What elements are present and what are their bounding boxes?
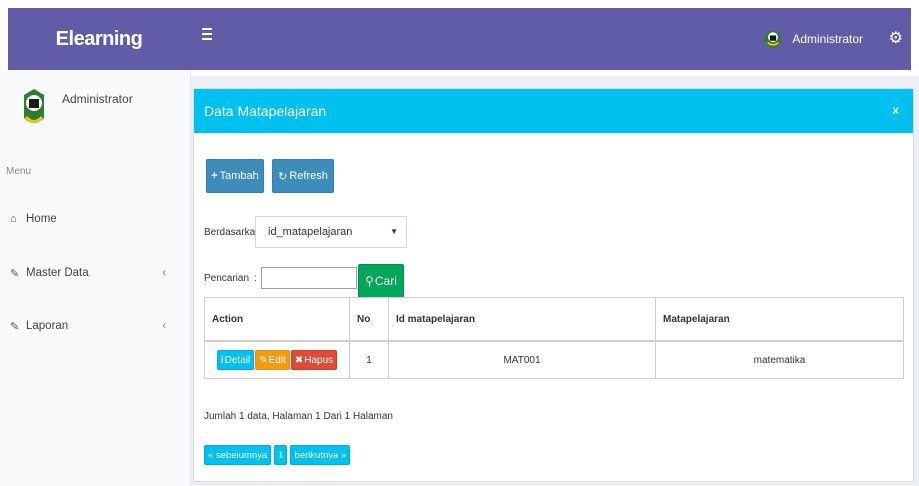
prev-page-button[interactable]: « sebelumnya: [204, 445, 272, 465]
caret-down-icon: ▼: [390, 227, 398, 236]
col-header-id: Id matapelajaran: [388, 297, 656, 342]
info-icon: i: [220, 354, 224, 366]
user-name: Administrator: [792, 32, 863, 46]
search-label: Pencarian: [204, 273, 250, 284]
data-summary: Jumlah 1 data, Halaman 1 Dari 1 Halaman: [204, 411, 393, 422]
menu-header: Menu: [6, 166, 32, 177]
action-cell: i Detail ✎ Edit ✖ Hapus: [204, 340, 350, 379]
edit-label: Edit: [268, 354, 286, 366]
cell-name: matematika: [655, 340, 904, 379]
sidebar-item-label: Master Data: [26, 267, 89, 279]
search-input[interactable]: [261, 267, 357, 289]
add-button-label: Tambah: [219, 170, 259, 182]
brand-logo[interactable]: Elearning: [8, 8, 190, 70]
pagination: « sebelumnya 1 berikutnya »: [204, 445, 353, 465]
detail-label: Detail: [224, 354, 251, 366]
col-header-name: Matapelajaran: [655, 297, 904, 342]
col-header-action: Action: [204, 297, 350, 342]
chevron-left-icon: ‹: [162, 267, 166, 279]
sidebar-item-label: Laporan: [26, 320, 69, 332]
chevron-left-icon: ‹: [162, 320, 166, 332]
page-title: Data Matapelajaran: [204, 103, 327, 119]
table-row: i Detail ✎ Edit ✖ Hapus 1 MAT001 matematika: [204, 340, 904, 379]
user-panel: Administrator: [22, 88, 133, 131]
close-button[interactable]: x: [892, 103, 899, 117]
cell-no: 1: [349, 340, 389, 379]
col-header-no: No: [349, 297, 389, 342]
edit-icon: ✎: [10, 320, 20, 333]
delete-button[interactable]: ✖ Hapus: [290, 350, 338, 370]
delete-label: Hapus: [304, 354, 334, 366]
refresh-button-label: Refresh: [289, 170, 328, 182]
refresh-button[interactable]: ↻ Refresh: [272, 159, 334, 193]
page-1-button[interactable]: 1: [274, 445, 288, 465]
detail-button[interactable]: i Detail: [216, 350, 255, 370]
sidebar: Administrator Menu ⌂ Home ✎ Master Data …: [0, 70, 191, 486]
search-colon: :: [254, 273, 257, 284]
cell-id: MAT001: [388, 340, 656, 379]
sidebar-user-name: Administrator: [62, 92, 133, 106]
edit-button[interactable]: ✎ Edit: [255, 350, 290, 370]
home-icon: ⌂: [10, 213, 17, 225]
sidebar-item-home[interactable]: ⌂ Home: [10, 208, 180, 230]
add-button[interactable]: + Tambah: [206, 159, 264, 193]
table-header-row: Action No Id matapelajaran Matapelajaran: [204, 297, 904, 342]
edit-icon: ✎: [10, 267, 20, 280]
content-box: Data Matapelajaran x + Tambah ↻ Refresh …: [193, 88, 914, 482]
search-icon: ⚲: [365, 274, 374, 288]
top-header: Elearning Administrator ⚙: [0, 0, 919, 76]
search-button[interactable]: ⚲ Cari: [358, 264, 404, 298]
data-table: Action No Id matapelajaran Matapelajaran…: [204, 297, 904, 379]
brand-text: Elearning: [55, 27, 143, 50]
user-avatar-icon: [764, 30, 782, 48]
navbar: Administrator ⚙: [190, 8, 911, 70]
sidebar-item-label: Home: [26, 213, 57, 225]
user-menu[interactable]: Administrator: [764, 30, 863, 48]
filter-by-value: id_matapelajaran: [268, 226, 353, 238]
plus-icon: +: [211, 170, 218, 182]
menu-toggle-icon[interactable]: [202, 28, 212, 42]
sidebar-item-master-data[interactable]: ✎ Master Data ‹: [10, 262, 180, 284]
next-page-button[interactable]: berikutnya »: [290, 445, 351, 465]
filter-by-select[interactable]: id_matapelajaran ▼: [255, 216, 407, 248]
search-button-label: Cari: [374, 274, 397, 288]
times-icon: ✖: [294, 354, 304, 366]
edit-icon: ✎: [259, 354, 268, 366]
gears-icon[interactable]: ⚙: [889, 28, 903, 48]
refresh-icon: ↻: [278, 170, 288, 183]
school-logo-icon: [24, 89, 44, 123]
box-header: Data Matapelajaran x: [194, 89, 913, 133]
sidebar-item-laporan[interactable]: ✎ Laporan ‹: [10, 315, 180, 337]
